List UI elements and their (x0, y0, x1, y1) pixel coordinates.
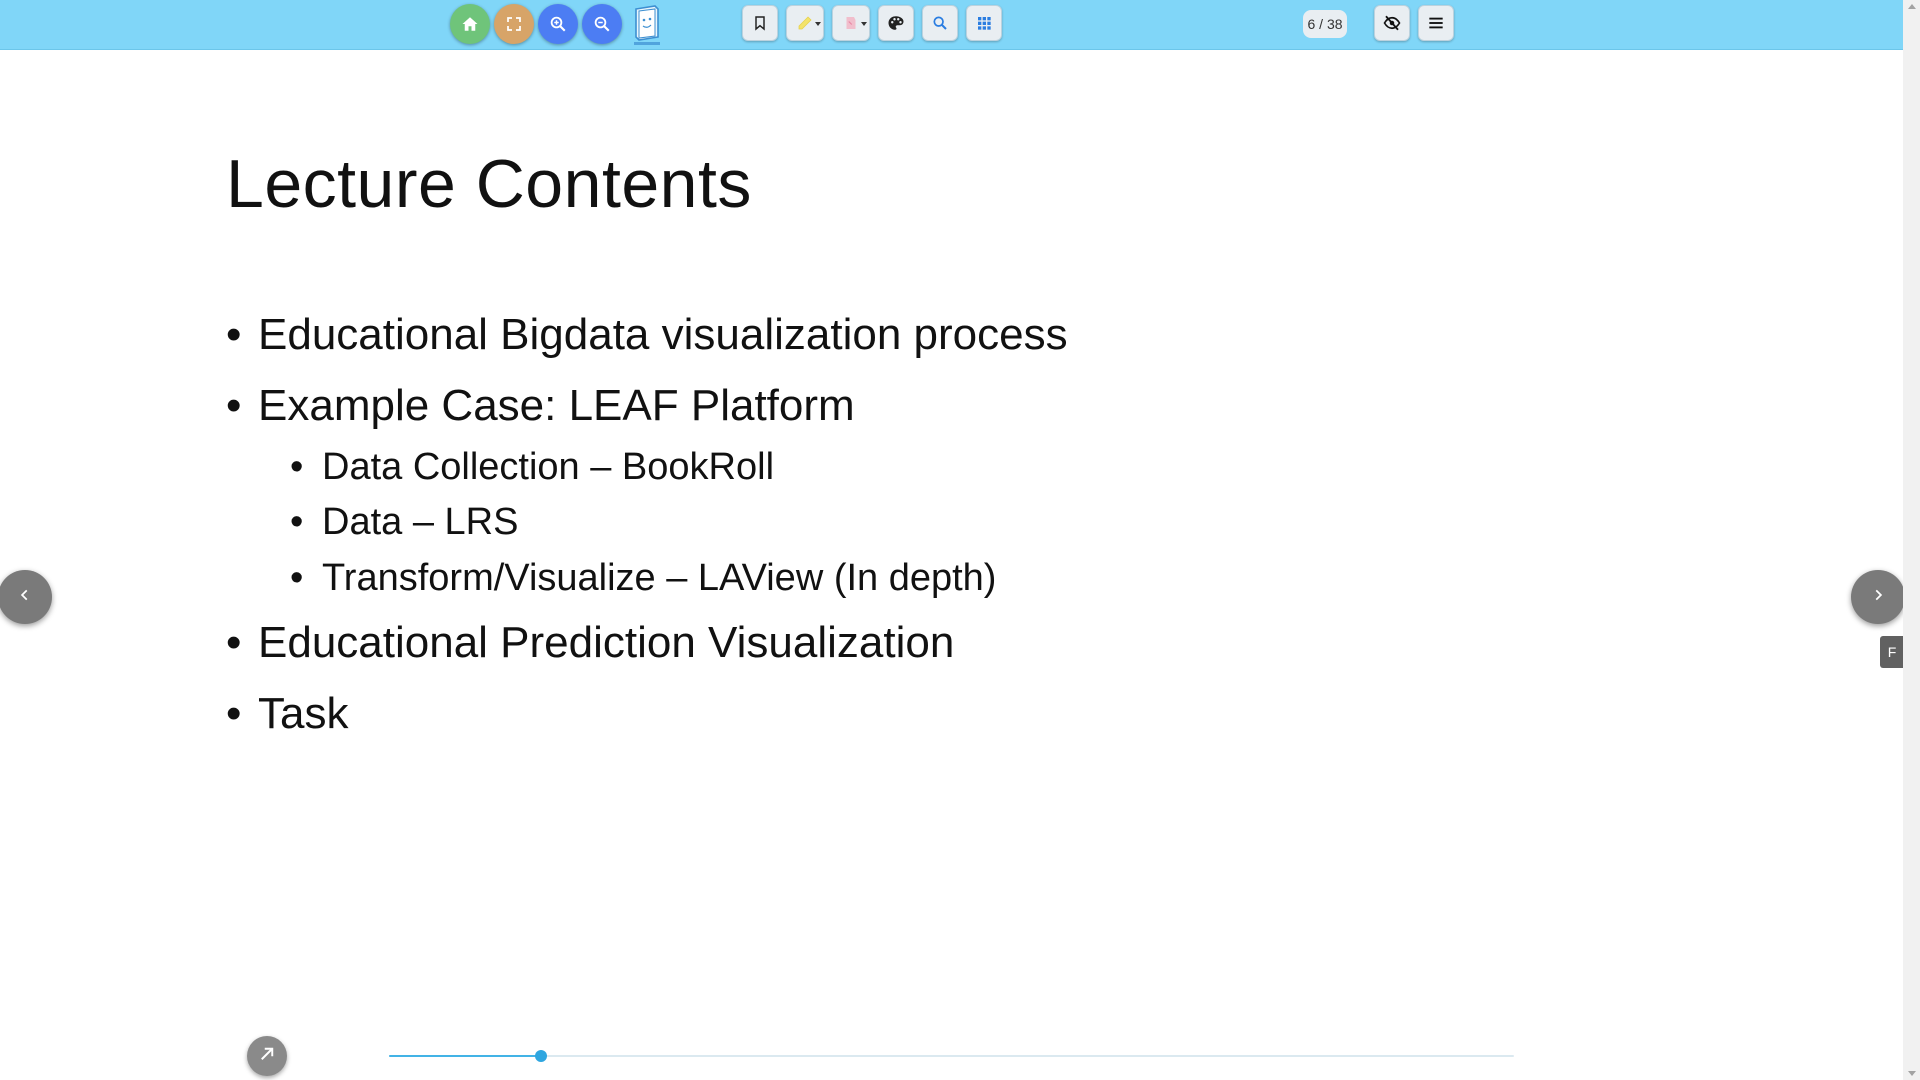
bullet-text: Educational Bigdata visualization proces… (258, 310, 1068, 359)
bullet-text: Example Case: LEAF Platform (258, 381, 855, 430)
zoom-in-button[interactable] (538, 4, 578, 44)
home-button[interactable] (450, 4, 490, 44)
list-item: • Data Collection – BookRoll (290, 446, 774, 489)
palette-icon (887, 14, 905, 32)
slide-title: Lecture Contents (226, 146, 752, 222)
bookmark-button[interactable] (742, 5, 778, 41)
list-item: • Example Case: LEAF Platform (226, 381, 855, 431)
slider-fill (389, 1055, 541, 1057)
pen-icon (842, 14, 860, 32)
list-item: • Educational Prediction Visualization (226, 618, 954, 668)
slider-thumb[interactable] (534, 1050, 547, 1062)
thumbnail-grid-button[interactable] (966, 5, 1002, 41)
fullscreen-button[interactable] (494, 4, 534, 44)
app-logo[interactable] (630, 3, 664, 47)
expand-button[interactable] (247, 1036, 287, 1076)
bullet-mark: • (290, 446, 304, 488)
chevron-left-icon (18, 588, 32, 607)
zoom-out-button[interactable] (582, 4, 622, 44)
bullet-mark: • (290, 557, 304, 599)
scroll-up-icon[interactable] (1908, 4, 1916, 9)
top-toolbar: 6 / 38 (0, 0, 1903, 50)
bullet-mark: • (226, 310, 242, 359)
list-item: • Transform/Visualize – LAView (In depth) (290, 557, 996, 600)
grid-icon (976, 15, 992, 31)
arrow-up-right-icon (258, 1045, 276, 1068)
page-slider[interactable] (389, 1050, 1514, 1062)
page-counter: 6 / 38 (1303, 10, 1347, 38)
palette-button[interactable] (878, 5, 914, 41)
eye-off-icon (1382, 14, 1402, 32)
list-item: • Data – LRS (290, 501, 518, 544)
home-icon (461, 15, 479, 33)
book-logo-icon (631, 3, 663, 47)
bullet-mark: • (226, 618, 242, 667)
highlighter-button[interactable] (786, 5, 824, 41)
pen-color-button[interactable] (832, 5, 870, 41)
chevron-down-icon (861, 22, 867, 26)
previous-page-button[interactable] (0, 570, 52, 624)
list-item: • Task (226, 689, 348, 739)
next-page-button[interactable] (1851, 570, 1905, 624)
bullet-text: Data – LRS (322, 501, 519, 543)
bullet-mark: • (290, 501, 304, 543)
list-item: • Educational Bigdata visualization proce… (226, 310, 1068, 360)
highlighter-icon (796, 14, 814, 32)
search-icon (932, 15, 948, 31)
slider-track[interactable] (389, 1055, 1514, 1057)
search-button[interactable] (922, 5, 958, 41)
hamburger-menu-icon (1428, 16, 1444, 30)
bookmark-icon (752, 14, 768, 32)
bullet-text: Transform/Visualize – LAView (In depth) (322, 557, 997, 599)
vertical-scrollbar[interactable] (1903, 0, 1920, 1080)
menu-button[interactable] (1418, 5, 1454, 41)
bullet-text: Task (258, 689, 349, 738)
chevron-right-icon (1871, 588, 1885, 607)
scroll-down-icon[interactable] (1908, 1071, 1916, 1076)
chevron-down-icon (815, 22, 821, 26)
bullet-text: Data Collection – BookRoll (322, 446, 775, 488)
fullscreen-icon (506, 16, 522, 32)
bullet-mark: • (226, 689, 242, 738)
bullet-text: Educational Prediction Visualization (258, 618, 955, 667)
zoom-out-icon (593, 15, 611, 33)
bullet-mark: • (226, 381, 242, 430)
zoom-in-icon (549, 15, 567, 33)
hide-annotations-button[interactable] (1374, 5, 1410, 41)
side-panel-tab[interactable]: F (1880, 636, 1904, 668)
